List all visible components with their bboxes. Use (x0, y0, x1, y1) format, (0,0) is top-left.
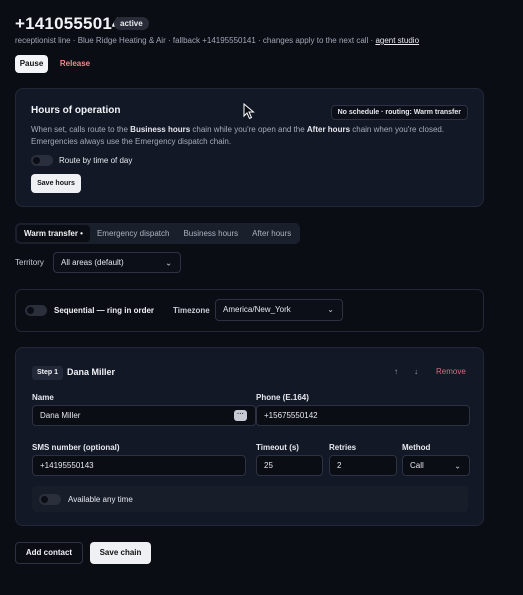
desc-part: When set, calls route to the (31, 125, 131, 134)
timeout-label: Timeout (s) (256, 443, 299, 452)
method-select[interactable]: Call ⌄ (402, 455, 470, 476)
sms-value: +14195550143 (40, 461, 94, 470)
name-field[interactable]: Dana Miller ··· (32, 405, 256, 426)
route-by-time-label: Route by time of day (59, 156, 133, 165)
tab-emergency-dispatch[interactable]: Emergency dispatch (90, 225, 176, 242)
step-badge: Step 1 (32, 366, 64, 380)
line-subtitle: receptionist line · Blue Ridge Heating &… (15, 36, 419, 45)
tab-business-hours[interactable]: Business hours (176, 225, 245, 242)
territory-select[interactable]: All areas (default) ⌄ (53, 252, 181, 273)
tab-after-hours[interactable]: After hours (245, 225, 298, 242)
release-button[interactable]: Release (55, 55, 95, 73)
chevron-down-icon: ⌄ (165, 258, 172, 267)
method-label: Method (402, 443, 431, 452)
sequential-label: Sequential — ring in order (54, 306, 155, 315)
phone-value: +15675550142 (264, 411, 318, 420)
sequential-toggle[interactable] (25, 305, 47, 316)
mouse-cursor-icon (243, 103, 255, 120)
route-by-time-toggle[interactable] (31, 155, 53, 166)
sequential-card: Sequential — ring in order Timezone Amer… (15, 289, 484, 332)
move-up-icon[interactable]: ↑ (394, 367, 398, 376)
retries-field[interactable]: 2 (329, 455, 397, 476)
sms-field[interactable]: +14195550143 (32, 455, 246, 476)
chevron-down-icon: ⌄ (454, 461, 461, 470)
timeout-value: 25 (264, 461, 273, 470)
timezone-label: Timezone (173, 306, 210, 315)
timezone-value: America/New_York (223, 305, 291, 314)
desc-after: After hours (306, 125, 351, 134)
retries-label: Retries (329, 443, 357, 452)
chevron-down-icon: ⌄ (327, 305, 334, 314)
step-contact-name: Dana Miller (67, 367, 116, 377)
retries-value: 2 (337, 461, 342, 470)
chain-tabs: Warm transfer • Emergency dispatch Busin… (15, 223, 301, 244)
phone-field[interactable]: +15675550142 (256, 405, 470, 426)
desc-business: Business hours (130, 125, 191, 134)
territory-value: All areas (default) (61, 258, 124, 267)
hours-description: When set, calls route to the Business ho… (31, 124, 471, 148)
status-badge: active (114, 17, 149, 30)
move-down-icon[interactable]: ↓ (414, 367, 418, 376)
method-value: Call (410, 461, 424, 470)
pause-button[interactable]: Pause (15, 55, 48, 73)
available-any-time-toggle[interactable] (39, 494, 61, 505)
remove-step-button[interactable]: Remove (436, 367, 466, 376)
schedule-badge: No schedule · routing: Warm transfer (330, 105, 468, 120)
more-options-icon[interactable]: ··· (234, 410, 247, 421)
sms-label: SMS number (optional) (32, 443, 120, 452)
available-any-time-label: Available any time (68, 495, 133, 504)
name-label: Name (32, 393, 54, 402)
territory-label: Territory (15, 258, 44, 267)
availability-row: Available any time (32, 486, 468, 512)
hours-title: Hours of operation (31, 105, 121, 116)
timeout-field[interactable]: 25 (256, 455, 323, 476)
step-card: Step 1 Dana Miller ↑ ↓ Remove Name Dana … (15, 347, 484, 526)
timezone-select[interactable]: America/New_York ⌄ (215, 299, 343, 321)
save-hours-button[interactable]: Save hours (31, 174, 81, 193)
subtitle-text: receptionist line · Blue Ridge Heating &… (15, 36, 376, 45)
add-contact-button[interactable]: Add contact (15, 542, 83, 564)
save-chain-button[interactable]: Save chain (90, 542, 151, 564)
name-value: Dana Miller (40, 411, 81, 420)
agent-studio-link[interactable]: agent studio (375, 36, 419, 45)
desc-part: chain while you're open and the (190, 125, 307, 134)
tab-warm-transfer[interactable]: Warm transfer • (17, 225, 90, 242)
phone-label: Phone (E.164) (256, 393, 309, 402)
